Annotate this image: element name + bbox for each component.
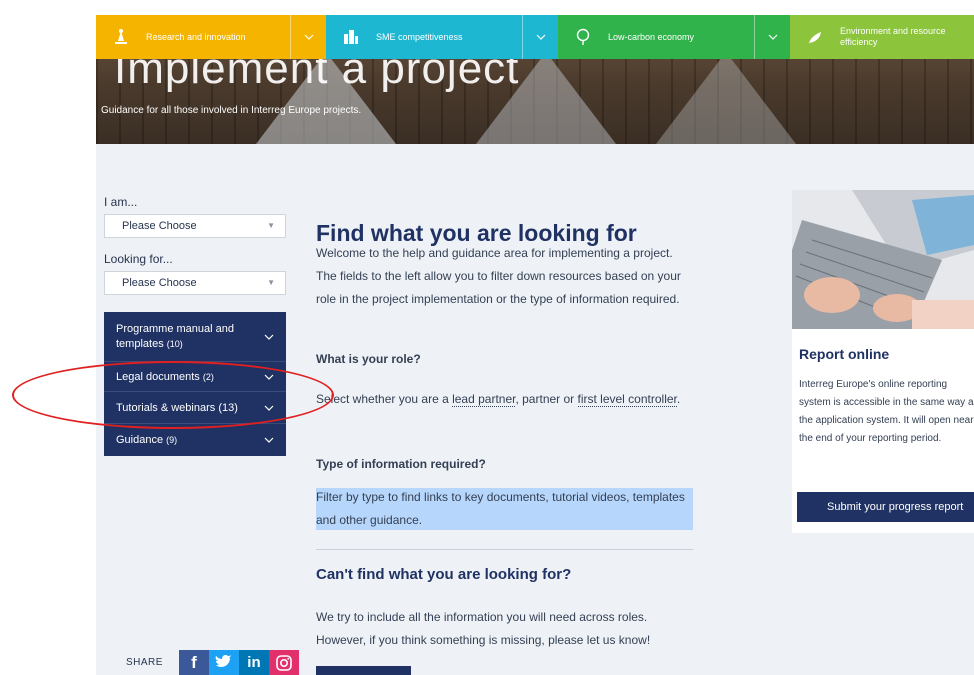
accordion-item-label: Programme manual and templates (10) [116,322,258,352]
role-text: Select whether you are a lead partner, p… [316,388,694,411]
chevron-down-icon [264,437,274,443]
chevron-down-icon[interactable] [754,15,790,59]
accordion-item-label: Tutorials & webinars (13) [116,402,238,414]
iam-select-value: Please Choose [122,220,197,232]
card-title: Report online [799,346,890,362]
lead-partner-link[interactable]: lead partner [452,392,516,407]
role-heading: What is your role? [316,352,421,366]
category-nav: Research and innovation SME competitiven… [96,15,974,59]
category-research[interactable]: Research and innovation [96,15,326,59]
type-text: Filter by type to find links to key docu… [316,490,685,527]
accordion-label-text: Legal documents [116,370,200,383]
category-label: Research and innovation [146,31,246,42]
accordion-item-guidance[interactable]: Guidance (9) [104,424,286,456]
looking-select-value: Please Choose [122,277,197,289]
chevron-down-icon[interactable] [290,15,326,59]
laptop-photo [792,190,974,329]
intro-text: Welcome to the help and guidance area fo… [316,246,681,306]
category-sme[interactable]: SME competitiveness [326,15,558,59]
type-heading: Type of information required? [316,457,486,471]
low-carbon-icon [572,26,594,48]
cant-find-heading: Can't find what you are looking for? [316,566,572,583]
category-label: SME competitiveness [376,31,463,42]
accordion-label-text: Tutorials & webinars [116,401,216,414]
category-label: Environment and resource efficiency [840,26,946,47]
submit-progress-report-button[interactable]: Submit your progress report [797,492,974,522]
accordion-item-programme-manual[interactable]: Programme manual and templates (10) [104,312,286,362]
select-arrow-icon: ▼ [267,278,275,287]
facebook-icon[interactable]: f [178,650,209,675]
select-arrow-icon: ▼ [267,221,275,230]
section-divider [316,549,693,550]
resource-accordion: Programme manual and templates (10) Lega… [104,312,286,456]
card-text: Interreg Europe's online reporting syste… [799,379,974,444]
report-online-card: Report online Interreg Europe's online r… [792,190,974,533]
chevron-down-icon [264,405,274,411]
iam-label: I am... [104,195,138,209]
accordion-item-label: Legal documents (2) [116,371,214,383]
accordion-count: (13) [218,401,238,414]
first-level-controller-link[interactable]: first level controller [577,392,677,407]
role-text-part: . [676,392,681,406]
accordion-item-tutorials-webinars[interactable]: Tutorials & webinars (13) [104,392,286,424]
looking-select[interactable]: Please Choose ▼ [104,271,286,295]
accordion-item-label: Guidance (9) [116,434,177,446]
category-label: Low-carbon economy [608,31,695,42]
accordion-count: (10) [166,338,183,349]
instagram-icon[interactable] [268,650,299,675]
accordion-label-text: Guidance [116,434,164,446]
chevron-down-icon [264,374,274,380]
environment-icon [804,26,826,48]
cant-find-text: We try to include all the information yo… [316,610,651,647]
category-low-carbon[interactable]: Low-carbon economy [558,15,790,59]
category-environment[interactable]: Environment and resource efficiency [790,15,974,59]
linkedin-icon[interactable]: in [238,650,269,675]
accordion-count: (2) [202,371,214,382]
hero-decoration [656,52,796,144]
iam-select[interactable]: Please Choose ▼ [104,214,286,238]
sme-icon [340,26,362,48]
contact-button[interactable] [316,666,411,675]
accordion-count: (9) [166,435,178,445]
twitter-icon[interactable] [208,650,239,675]
accordion-item-legal-documents[interactable]: Legal documents (2) [104,362,286,392]
share-label: SHARE [126,657,163,668]
share-bar: SHARE f in [96,650,299,675]
page-subtitle: Guidance for all those involved in Inter… [101,105,362,116]
research-icon [110,26,132,48]
role-text-part: Select whether you are a [316,392,453,406]
looking-label: Looking for... [104,252,173,266]
role-text-part: , partner or [515,392,578,406]
chevron-down-icon [264,334,274,340]
chevron-down-icon[interactable] [522,15,558,59]
